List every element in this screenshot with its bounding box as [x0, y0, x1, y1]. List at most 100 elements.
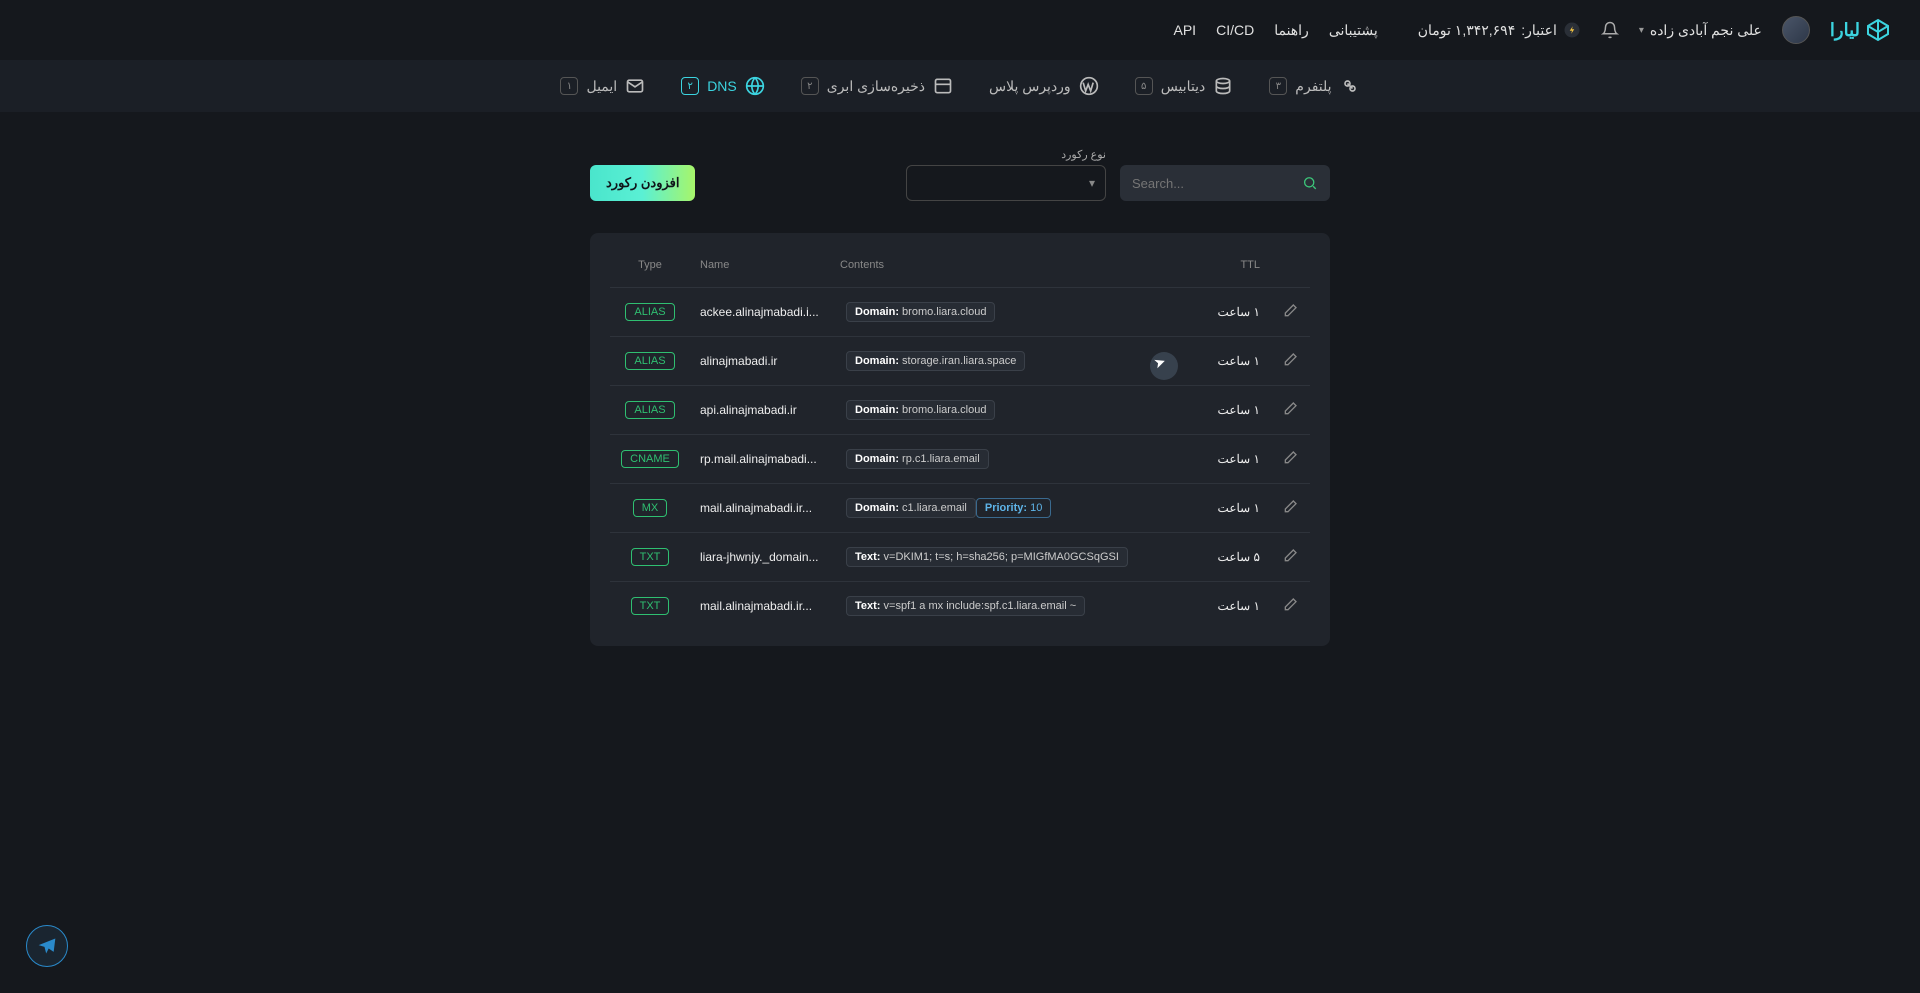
edit-icon[interactable] [1282, 450, 1298, 466]
avatar[interactable] [1782, 16, 1810, 44]
tab-label: پلتفرم [1295, 78, 1331, 95]
type-pill: ALIAS [625, 352, 674, 370]
record-name: liara-jhwnjy._domain... [690, 533, 830, 582]
credit-label: اعتبار: [1521, 22, 1557, 39]
th-ttl: TTL [1190, 243, 1270, 288]
brand-text: لیارا [1830, 20, 1860, 41]
edit-icon[interactable] [1282, 352, 1298, 368]
storage-icon [933, 76, 953, 96]
header-links: پشتیبانی راهنما CI/CD API [1174, 22, 1378, 39]
tab-label: ایمیل [586, 78, 617, 95]
subnav: پلتفرم ۳ دیتابیس ۵ وردپرس پلاس ذخیره‌ساز… [0, 60, 1920, 112]
edit-icon[interactable] [1282, 597, 1298, 613]
record-ttl: ۱ ساعت [1190, 435, 1270, 484]
search-box [1120, 165, 1330, 201]
brand-logo[interactable]: لیارا [1830, 18, 1890, 42]
tab-email[interactable]: ایمیل ۱ [560, 76, 645, 96]
record-type-select-wrap: نوع رکورد ▾ [906, 148, 1106, 201]
record-name: rp.mail.alinajmabadi... [690, 435, 830, 484]
type-pill: ALIAS [625, 303, 674, 321]
search-icon [1302, 174, 1318, 192]
th-type: Type [610, 243, 690, 288]
tab-badge: ۳ [1269, 77, 1287, 95]
link-support[interactable]: پشتیبانی [1329, 22, 1378, 39]
wordpress-icon [1079, 76, 1099, 96]
tab-platform[interactable]: پلتفرم ۳ [1269, 76, 1359, 96]
record-name: api.alinajmabadi.ir [690, 386, 830, 435]
user-name-text: علی نجم آبادی زاده [1650, 22, 1762, 39]
record-ttl: ۱ ساعت [1190, 288, 1270, 337]
controls-row: نوع رکورد ▾ افزودن رکورد [590, 148, 1330, 201]
record-name: mail.alinajmabadi.ir... [690, 484, 830, 533]
record-contents: Domain: rp.c1.liara.email [830, 435, 1190, 484]
record-ttl: ۱ ساعت [1190, 386, 1270, 435]
platform-icon [1340, 76, 1360, 96]
select-label: نوع رکورد [906, 148, 1106, 161]
database-icon [1213, 76, 1233, 96]
table-row: TXT liara-jhwnjy._domain...Text: v=DKIM1;… [610, 533, 1310, 582]
telegram-icon [37, 936, 57, 956]
record-contents: Domain: bromo.liara.cloud [830, 386, 1190, 435]
record-ttl: ۵ ساعت [1190, 533, 1270, 582]
cube-icon [1866, 18, 1890, 42]
type-pill: TXT [631, 597, 670, 615]
record-name: ackee.alinajmabadi.i... [690, 288, 830, 337]
tab-label: دیتابیس [1161, 78, 1206, 95]
tab-badge: ۱ [560, 77, 578, 95]
link-api[interactable]: API [1174, 22, 1197, 39]
type-pill: MX [633, 499, 668, 517]
table-row: TXT mail.alinajmabadi.ir...Text: v=spf1 a… [610, 582, 1310, 631]
tab-label: DNS [707, 78, 737, 94]
credit-display[interactable]: اعتبار: ۱,۳۴۲,۶۹۴ تومان [1418, 21, 1581, 39]
tab-dns[interactable]: DNS ۲ [681, 76, 765, 96]
tab-label: ذخیره‌سازی ابری [827, 78, 925, 95]
record-contents: Domain: storage.iran.liara.space [830, 337, 1190, 386]
tab-badge: ۲ [681, 77, 699, 95]
th-contents: Contents [830, 243, 1190, 288]
record-ttl: ۱ ساعت [1190, 582, 1270, 631]
tab-wordpress[interactable]: وردپرس پلاس [989, 76, 1099, 96]
globe-icon [745, 76, 765, 96]
table-row: MX mail.alinajmabadi.ir...Domain: c1.liar… [610, 484, 1310, 533]
record-ttl: ۱ ساعت [1190, 484, 1270, 533]
edit-icon[interactable] [1282, 548, 1298, 564]
table-row: CNAME rp.mail.alinajmabadi...Domain: rp.c… [610, 435, 1310, 484]
type-pill: CNAME [621, 450, 679, 468]
record-ttl: ۱ ساعت [1190, 337, 1270, 386]
edit-icon[interactable] [1282, 303, 1298, 319]
record-contents: Text: v=DKIM1; t=s; h=sha256; p=MIGfMA0G… [830, 533, 1190, 582]
th-name: Name [690, 243, 830, 288]
edit-icon[interactable] [1282, 499, 1298, 515]
user-menu[interactable]: علی نجم آبادی زاده ▾ [1639, 22, 1762, 39]
edit-icon[interactable] [1282, 401, 1298, 417]
type-pill: ALIAS [625, 401, 674, 419]
record-name: mail.alinajmabadi.ir... [690, 582, 830, 631]
table-row: ALIAS ackee.alinajmabadi.i...Domain: brom… [610, 288, 1310, 337]
link-cicd[interactable]: CI/CD [1216, 22, 1254, 39]
table-row: ALIAS alinajmabadi.irDomain: storage.iran… [610, 337, 1310, 386]
tab-badge: ۲ [801, 77, 819, 95]
records-table: Type Name Contents TTL ALIAS ackee.alinaj… [610, 243, 1310, 630]
add-record-button[interactable]: افزودن رکورد [590, 165, 695, 201]
telegram-button[interactable] [26, 925, 68, 967]
tab-label: وردپرس پلاس [989, 78, 1071, 95]
bell-icon[interactable] [1601, 21, 1619, 39]
tab-database[interactable]: دیتابیس ۵ [1135, 76, 1234, 96]
tab-badge: ۵ [1135, 77, 1153, 95]
record-contents: Text: v=spf1 a mx include:spf.c1.liara.e… [830, 582, 1190, 631]
record-contents: Domain: c1.liara.emailPriority: 10 [830, 484, 1190, 533]
flash-icon [1563, 21, 1581, 39]
records-table-card: Type Name Contents TTL ALIAS ackee.alinaj… [590, 233, 1330, 646]
main-content: نوع رکورد ▾ افزودن رکورد Type Name Conte… [0, 112, 1920, 682]
record-type-select[interactable]: ▾ [906, 165, 1106, 201]
top-header: لیارا علی نجم آبادی زاده ▾ اعتبار: ۱,۳۴۲… [0, 0, 1920, 60]
search-input[interactable] [1132, 176, 1294, 191]
tab-storage[interactable]: ذخیره‌سازی ابری ۲ [801, 76, 953, 96]
credit-amount: ۱,۳۴۲,۶۹۴ تومان [1418, 22, 1516, 39]
record-contents: Domain: bromo.liara.cloud [830, 288, 1190, 337]
type-pill: TXT [631, 548, 670, 566]
record-name: alinajmabadi.ir [690, 337, 830, 386]
chevron-down-icon: ▾ [1639, 25, 1644, 36]
link-guide[interactable]: راهنما [1274, 22, 1309, 39]
email-icon [625, 76, 645, 96]
